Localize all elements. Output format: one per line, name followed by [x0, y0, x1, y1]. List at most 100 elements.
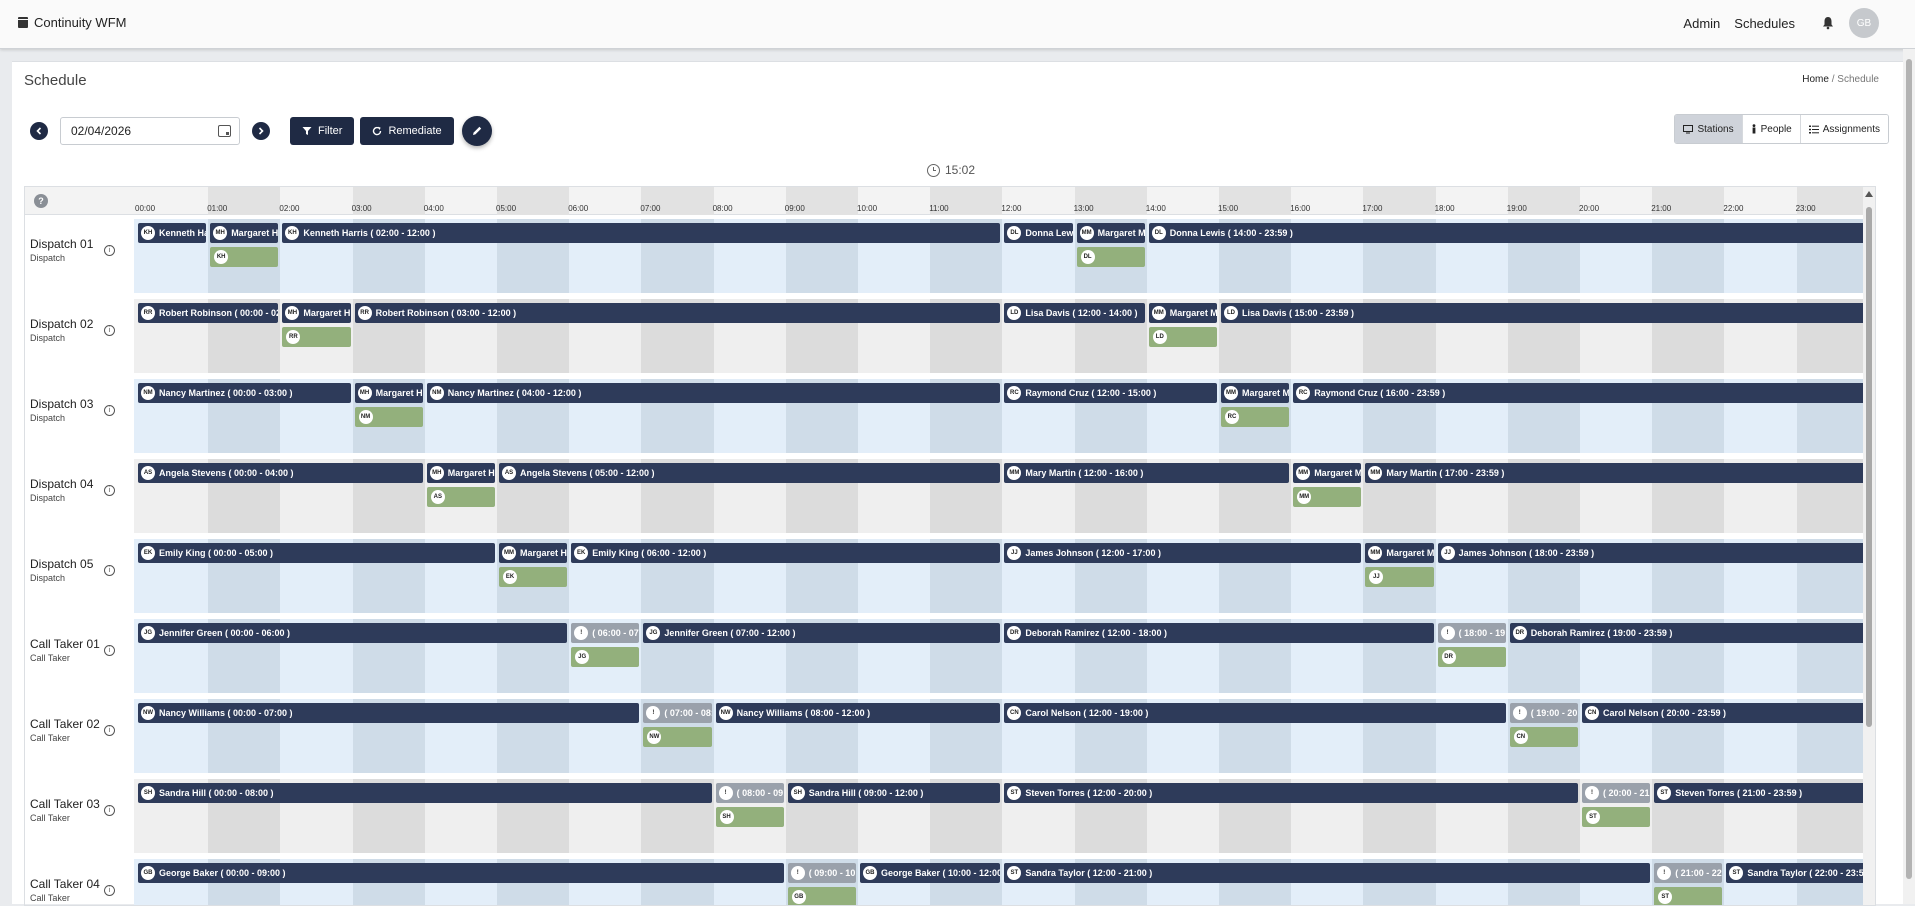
page-scrollbar[interactable]	[1903, 49, 1915, 904]
breadcrumb-home[interactable]: Home	[1802, 74, 1829, 85]
shift-block[interactable]: JJ James Johnson ( 12:00 - 17:00 )	[1004, 543, 1362, 563]
shift-block[interactable]: AS Angela Stevens ( 00:00 - 04:00 )	[138, 463, 423, 483]
shift-block[interactable]: MM Margaret Martin ( 15:00 - 16:00 )	[1221, 383, 1290, 403]
station-lane[interactable]: NW Nancy Williams ( 00:00 - 07:00 )!( 07:…	[134, 699, 1869, 773]
relief-block[interactable]: LD	[1148, 327, 1217, 347]
brand[interactable]: Continuity WFM	[18, 15, 126, 30]
shift-block[interactable]: MM Mary Martin ( 12:00 - 16:00 )	[1004, 463, 1290, 483]
shift-block[interactable]: LD Lisa Davis ( 15:00 - 23:59 )	[1221, 303, 1867, 323]
info-icon[interactable]: i	[104, 805, 115, 816]
shift-block[interactable]: JG Jennifer Green ( 00:00 - 06:00 )	[138, 623, 568, 643]
shift-block[interactable]: JG Jennifer Green ( 07:00 - 12:00 )	[643, 623, 1001, 643]
shift-block[interactable]: MHMargaret Hill ( 03:00 - 04:00 )	[354, 383, 423, 403]
shift-block[interactable]: KH Kenneth Harris ( 00:00 - 01:00 )	[138, 223, 207, 243]
station-lane[interactable]: GB George Baker ( 00:00 - 09:00 )!( 09:00…	[134, 859, 1869, 905]
relief-block[interactable]: AS	[426, 487, 495, 507]
view-assignments-button[interactable]: Assignments	[1799, 115, 1888, 143]
relief-block[interactable]: KH	[210, 247, 279, 267]
open-shift-block[interactable]: !( 18:00 - 19:00 )	[1437, 623, 1506, 643]
relief-block[interactable]: ST	[1654, 887, 1723, 905]
station-lane[interactable]: RRRobert Robinson ( 00:00 - 02:00 )MHMar…	[134, 299, 1869, 373]
relief-block[interactable]: CN	[1509, 727, 1578, 747]
shift-block[interactable]: GB George Baker ( 10:00 - 12:00 )	[860, 863, 1001, 883]
open-shift-block[interactable]: !( 19:00 - 20:00 )	[1509, 703, 1578, 723]
edit-button[interactable]	[461, 116, 492, 146]
info-icon[interactable]: i	[104, 645, 115, 656]
shift-block[interactable]: DR Deborah Ramirez ( 12:00 - 18:00 )	[1004, 623, 1434, 643]
station-lane[interactable]: KHKenneth Harris ( 00:00 - 01:00 )MHMarg…	[134, 219, 1869, 293]
shift-block[interactable]: CN Carol Nelson ( 12:00 - 19:00 )	[1004, 703, 1506, 723]
shift-block[interactable]: DR Deborah Ramirez ( 19:00 - 23:59 )	[1509, 623, 1867, 643]
shift-block[interactable]: KH Kenneth Harris ( 02:00 - 12:00 )	[282, 223, 1001, 243]
relief-block[interactable]: NM	[354, 407, 423, 427]
shift-block[interactable]: CN Carol Nelson ( 20:00 - 23:59 )	[1582, 703, 1867, 723]
shift-block[interactable]: ST Sandra Taylor ( 12:00 - 21:00 )	[1004, 863, 1651, 883]
relief-block[interactable]: EK	[499, 567, 568, 587]
info-icon[interactable]: i	[104, 405, 115, 416]
page-scroll-thumb[interactable]	[1906, 59, 1912, 879]
shift-block[interactable]: MM Mary Martin ( 17:00 - 23:59 )	[1365, 463, 1867, 483]
station-lane[interactable]: SH Sandra Hill ( 00:00 - 08:00 )!( 08:00 …	[134, 779, 1869, 853]
date-field[interactable]: 02/04/2026	[60, 117, 240, 145]
nav-admin[interactable]: Admin	[1683, 16, 1720, 31]
relief-block[interactable]: SH	[715, 807, 784, 827]
info-icon[interactable]: i	[104, 885, 115, 896]
shift-block[interactable]: MMMargaret Martin ( 16:00 - 17:00 )	[1293, 463, 1362, 483]
shift-block[interactable]: ST Steven Torres ( 12:00 - 20:00 )	[1004, 783, 1578, 803]
filter-button[interactable]: Filter	[290, 117, 355, 145]
calendar-picker-icon[interactable]	[218, 125, 231, 137]
relief-block[interactable]: JJ	[1365, 567, 1434, 587]
shift-block[interactable]: MMMargaret Martin ( 14:00 - 15:00 )	[1148, 303, 1217, 323]
shift-block[interactable]: NM Nancy Martinez ( 00:00 - 03:00 )	[138, 383, 351, 403]
shift-block[interactable]: RC Raymond Cruz ( 16:00 - 23:59 )	[1293, 383, 1867, 403]
shift-block[interactable]: MMMargaret Martin ( 13:00 - 14:00 )	[1076, 223, 1145, 243]
open-shift-block[interactable]: !( 06:00 - 07:00 )	[571, 623, 640, 643]
relief-block[interactable]: JG	[571, 647, 640, 667]
open-shift-block[interactable]: !( 07:00 - 08:00 )	[643, 703, 712, 723]
relief-block[interactable]: MM	[1293, 487, 1362, 507]
relief-block[interactable]: NW	[643, 727, 712, 747]
shift-block[interactable]: ST Steven Torres ( 21:00 - 23:59 )	[1654, 783, 1867, 803]
relief-block[interactable]: RC	[1221, 407, 1290, 427]
station-lane[interactable]: NM Nancy Martinez ( 00:00 - 03:00 ) MH Marg…	[134, 379, 1869, 453]
open-shift-block[interactable]: ! ( 20:00 - 21:00 )	[1582, 783, 1651, 803]
shift-block[interactable]: RC Raymond Cruz ( 12:00 - 15:00 )	[1004, 383, 1217, 403]
shift-block[interactable]: ST Sandra Taylor ( 22:00 - 23:59 )	[1726, 863, 1867, 883]
station-lane[interactable]: EK Emily King ( 00:00 - 05:00 ) MM Margaret…	[134, 539, 1869, 613]
open-shift-block[interactable]: !( 09:00 - 10:00 )	[787, 863, 856, 883]
open-shift-block[interactable]: !( 21:00 - 22:00 )	[1654, 863, 1723, 883]
info-icon[interactable]: i	[104, 725, 115, 736]
info-icon[interactable]: i	[104, 325, 115, 336]
shift-block[interactable]: AS Angela Stevens ( 05:00 - 12:00 )	[499, 463, 1001, 483]
info-icon[interactable]: i	[104, 485, 115, 496]
shift-block[interactable]: LD Lisa Davis ( 12:00 - 14:00 )	[1004, 303, 1145, 323]
shift-block[interactable]: SH Sandra Hill ( 00:00 - 08:00 )	[138, 783, 712, 803]
shift-block[interactable]: SH Sandra Hill ( 09:00 - 12:00 )	[787, 783, 1001, 803]
open-shift-block[interactable]: !( 08:00 - 09:00 )	[715, 783, 784, 803]
shift-block[interactable]: DLDonna Lewis ( 12:00 - 13:00 )	[1004, 223, 1073, 243]
relief-block[interactable]: DR	[1437, 647, 1506, 667]
shift-block[interactable]: MMMargaret Martin ( 17:00 - 18:00 )	[1365, 543, 1434, 563]
prev-day-button[interactable]	[30, 122, 48, 140]
view-stations-button[interactable]: Stations	[1675, 115, 1742, 143]
next-day-button[interactable]	[252, 122, 270, 140]
shift-block[interactable]: EK Emily King ( 06:00 - 12:00 )	[571, 543, 1001, 563]
shift-block[interactable]: NW Nancy Williams ( 08:00 - 12:00 )	[715, 703, 1001, 723]
nav-schedules[interactable]: Schedules	[1734, 16, 1795, 31]
bell-icon[interactable]	[1821, 16, 1835, 30]
shift-block[interactable]: RR Robert Robinson ( 00:00 - 02:00 )	[138, 303, 279, 323]
station-lane[interactable]: AS Angela Stevens ( 00:00 - 04:00 ) MH Marg…	[134, 459, 1869, 533]
shift-block[interactable]: RR Robert Robinson ( 03:00 - 12:00 )	[354, 303, 1001, 323]
shift-block[interactable]: NW Nancy Williams ( 00:00 - 07:00 )	[138, 703, 640, 723]
shift-block[interactable]: MHMargaret Hill ( 04:00 - 05:00 )	[426, 463, 495, 483]
view-people-button[interactable]: People	[1741, 115, 1800, 143]
help-icon[interactable]: ?	[34, 194, 48, 208]
relief-block[interactable]: ST	[1582, 807, 1651, 827]
shift-block[interactable]: MHMargaret Hill ( 01:00 - 02:00 )	[210, 223, 279, 243]
scroll-thumb[interactable]	[1866, 207, 1872, 727]
shift-block[interactable]: MM Margaret Hill ( 05:00 - 06:00 )	[499, 543, 568, 563]
grid-scrollbar[interactable]	[1863, 187, 1875, 905]
shift-block[interactable]: MHMargaret Hill ( 02:00 - 03:00 )	[282, 303, 351, 323]
relief-block[interactable]: RR	[282, 327, 351, 347]
relief-block[interactable]: GB	[787, 887, 856, 905]
